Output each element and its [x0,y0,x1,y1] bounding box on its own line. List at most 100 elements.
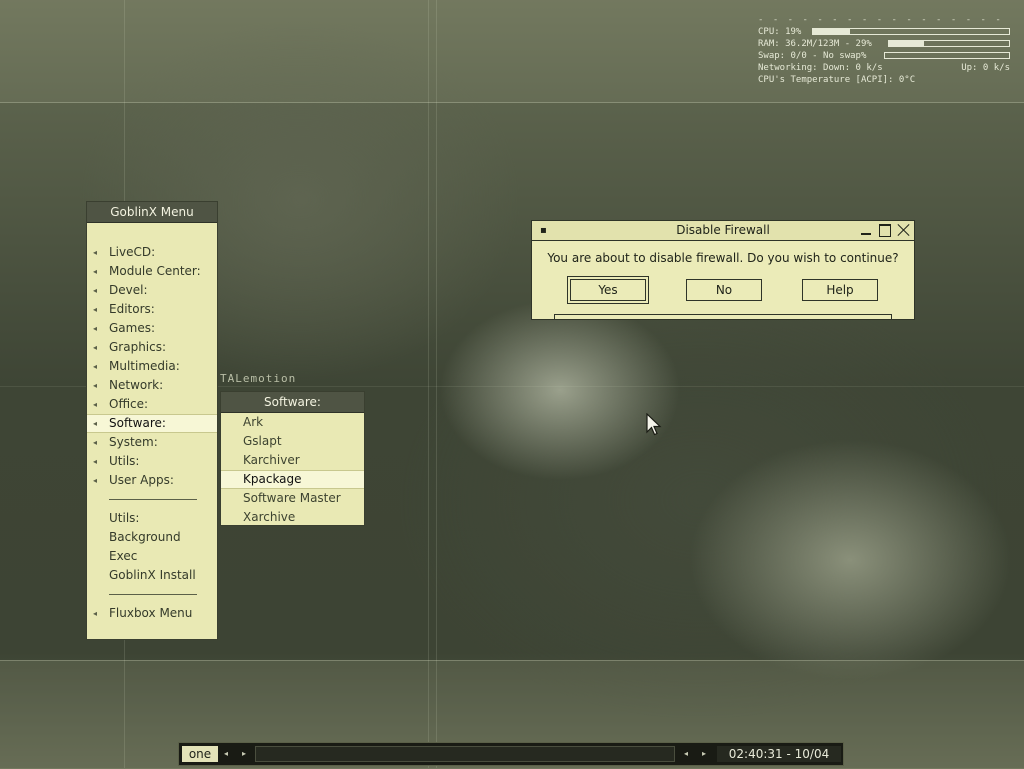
no-button[interactable]: No [686,279,762,301]
menu-item-editors[interactable]: ◂ Editors: [87,300,217,319]
system-monitor: - - - - - - - - - - - - - - - - - - - - … [758,14,1010,86]
window-controls [858,222,912,238]
submenu-arrow-icon: ◂ [93,381,98,390]
mouse-cursor-icon [646,413,662,436]
prev-window-button[interactable]: ◂ [679,746,693,762]
menu-item-label: Graphics: [109,340,167,354]
wallpaper-line [436,0,437,768]
submenu-arrow-icon: ◂ [93,343,98,352]
dialog-title: Disable Firewall [676,223,770,237]
menu-item-label: Exec [109,549,138,563]
yes-button[interactable]: Yes [567,276,649,304]
menu-item-label: Fluxbox Menu [109,606,193,620]
menu-item-label: Utils: [109,511,140,525]
arrow-left-icon: ◂ [223,749,228,758]
dialog-titlebar[interactable]: ▪ Disable Firewall [532,221,914,241]
dialog-message: You are about to disable firewall. Do yo… [547,251,899,265]
menu-item-label: Module Center: [109,264,201,278]
ram-bar-fill [889,41,924,46]
swap-row: Swap: 0/0 - No swap% [758,50,1010,62]
help-button[interactable]: Help [802,279,878,301]
network-up-label: Up: 0 k/s [961,63,1010,73]
temperature-label: CPU's Temperature [ACPI]: 0°C [758,75,916,85]
ram-row: RAM: 36.2M/123M - 29% [758,38,1010,50]
menu-item-office[interactable]: ◂ Office: [87,395,217,414]
menu-item-utils-header: Utils: [87,509,217,528]
menu-item-utils[interactable]: ◂ Utils: [87,452,217,471]
menu-item-label: User Apps: [109,473,174,487]
minimize-icon[interactable] [858,222,874,238]
submenu-arrow-icon: ◂ [93,324,98,333]
prev-workspace-button[interactable]: ◂ [219,746,233,762]
cpu-label: CPU: 19% [758,27,802,37]
menu-item-multimedia[interactable]: ◂ Multimedia: [87,357,217,376]
menu-item-label: Multimedia: [109,359,180,373]
menu-item-label: GoblinX Install [109,568,196,582]
menu-item-games[interactable]: ◂ Games: [87,319,217,338]
submenu-title: Software: [221,392,364,413]
submenu-arrow-icon: ◂ [93,286,98,295]
submenu-arrow-icon: ◂ [93,476,98,485]
menu-item-software[interactable]: ◂ Software: [87,414,217,433]
swap-label: Swap: 0/0 - No swap% [758,51,867,61]
close-icon[interactable] [896,222,912,238]
submenu-item-ark[interactable]: Ark [221,413,364,432]
menu-item-background[interactable]: Background [87,528,217,547]
menu-item-livecd[interactable]: ◂ LiveCD: [87,243,217,262]
menu-item-goblinx-install[interactable]: GoblinX Install [87,566,217,585]
menu-item-module-center[interactable]: ◂ Module Center: [87,262,217,281]
submenu-item-karchiver[interactable]: Karchiver [221,451,364,470]
submenu-arrow-icon: ◂ [93,457,98,466]
menu-item-network[interactable]: ◂ Network: [87,376,217,395]
menu-item-devel[interactable]: ◂ Devel: [87,281,217,300]
workspace-name[interactable]: one [182,746,218,762]
submenu-item-xarchive[interactable]: Xarchive [221,508,364,527]
temperature-row: CPU's Temperature [ACPI]: 0°C [758,74,1010,86]
toolbar: one ◂ ▸ ◂ ▸ 02:40:31 - 10/04 [178,742,844,766]
submenu-arrow-icon: ◂ [93,438,98,447]
menu-separator [87,490,217,509]
menu-item-graphics[interactable]: ◂ Graphics: [87,338,217,357]
next-window-button[interactable]: ▸ [697,746,711,762]
menu-item-user-apps[interactable]: ◂ User Apps: [87,471,217,490]
menu-item-label: Office: [109,397,149,411]
menu-item-label: Network: [109,378,164,392]
swap-bar [884,52,1010,59]
wallpaper-text: TALemotion [220,372,297,385]
software-submenu: Software: Ark Gslapt Karchiver Kpackage … [220,391,365,526]
cpu-bar-fill [813,29,851,34]
arrow-right-icon: ▸ [241,749,246,758]
menu-item-label: Games: [109,321,156,335]
monitor-divider: - - - - - - - - - - - - - - - - - - - - … [758,15,1010,25]
network-down-label: Networking: Down: 0 k/s [758,63,883,73]
menu-separator [87,585,217,604]
disable-firewall-dialog: ▪ Disable Firewall You are about to disa… [531,220,915,320]
menu-item-fluxbox-menu[interactable]: ◂ Fluxbox Menu [87,604,217,623]
cpu-bar [812,28,1010,35]
maximize-icon[interactable] [877,222,893,238]
submenu-arrow-icon: ◂ [93,400,98,409]
arrow-left-icon: ◂ [683,749,688,758]
menu-item-label: Devel: [109,283,148,297]
ram-label: RAM: 36.2M/123M - 29% [758,39,872,49]
goblinx-menu: GoblinX Menu ◂ LiveCD: ◂ Module Center: ◂ D… [86,201,218,640]
menu-item-exec[interactable]: Exec [87,547,217,566]
submenu-item-gslapt[interactable]: Gslapt [221,432,364,451]
menu-item-label: Software: [109,416,166,430]
ram-bar [888,40,1010,47]
dialog-footer [554,314,892,319]
submenu-arrow-icon: ◂ [93,362,98,371]
submenu-arrow-icon: ◂ [93,419,98,428]
taskbar-area[interactable] [255,746,675,762]
submenu-arrow-icon: ◂ [93,609,98,618]
menu-item-label: Background [109,530,181,544]
wallpaper-line [428,0,429,768]
submenu-arrow-icon: ◂ [93,267,98,276]
menu-item-label: Utils: [109,454,140,468]
network-row: Networking: Down: 0 k/s Up: 0 k/s [758,62,1010,74]
menu-item-system[interactable]: ◂ System: [87,433,217,452]
next-workspace-button[interactable]: ▸ [237,746,251,762]
submenu-item-kpackage[interactable]: Kpackage [221,470,364,489]
submenu-item-software-master[interactable]: Software Master [221,489,364,508]
menu-item-label: Editors: [109,302,155,316]
